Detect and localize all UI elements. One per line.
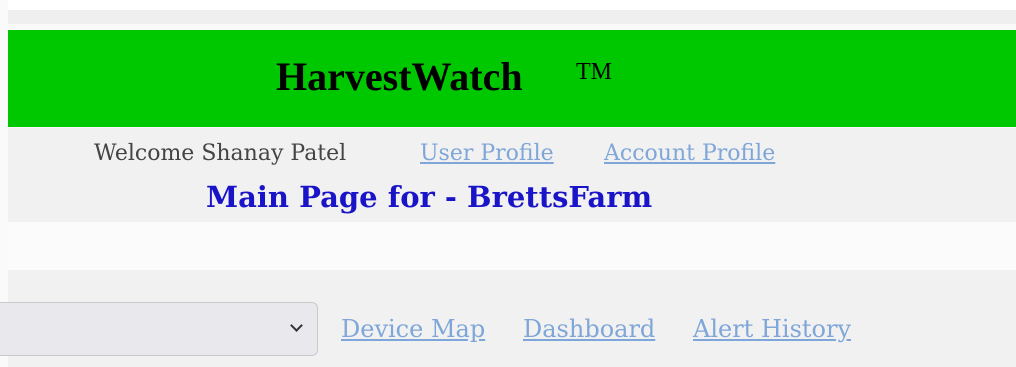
user-profile-link[interactable]: User Profile xyxy=(420,141,554,166)
top-strip xyxy=(8,0,1016,10)
spacer-band xyxy=(8,222,1016,270)
account-profile-link[interactable]: Account Profile xyxy=(604,141,775,166)
welcome-text: Welcome Shanay Patel xyxy=(94,141,347,166)
alert-history-link[interactable]: Alert History xyxy=(693,315,851,343)
page-title: Main Page for - BrettsFarm xyxy=(206,180,653,214)
top-strip-gray xyxy=(8,10,1016,24)
app-title: HarvestWatch xyxy=(276,54,523,99)
device-map-link[interactable]: Device Map xyxy=(341,315,485,343)
device-select[interactable] xyxy=(0,302,318,356)
dashboard-link[interactable]: Dashboard xyxy=(523,315,655,343)
trademark-mark: TM xyxy=(576,59,612,85)
